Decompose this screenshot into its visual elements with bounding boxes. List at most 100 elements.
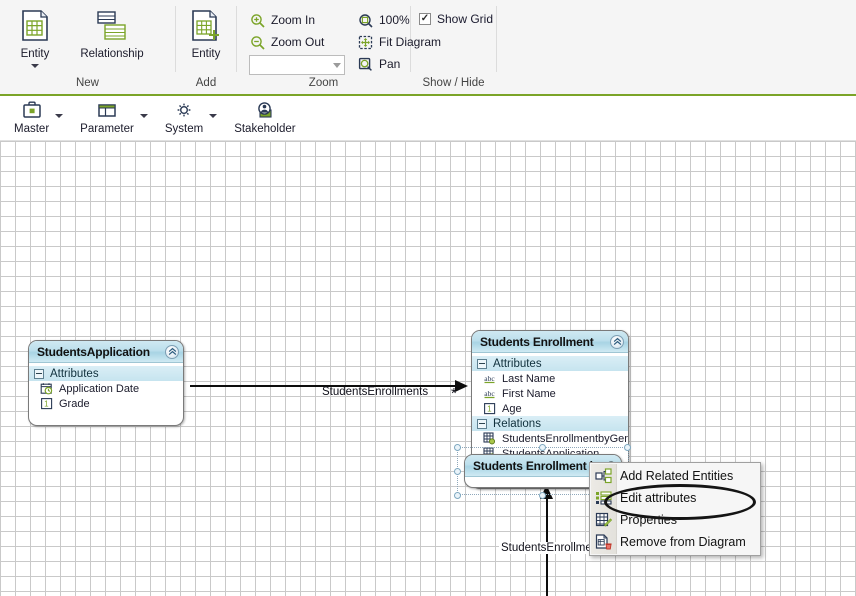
entity-section-label: Relations [493, 417, 541, 430]
connector-label-students-enrollment: StudentsEnrollment [499, 542, 604, 554]
entity-attribute-row[interactable]: abc First Name [472, 386, 628, 401]
chevron-double-up-icon[interactable] [165, 344, 179, 359]
entity-section-attributes[interactable]: Attributes [29, 366, 183, 381]
selection-handle[interactable] [539, 492, 546, 499]
zoom-in-label: Zoom In [271, 13, 316, 27]
zoom-out-icon [250, 35, 265, 50]
properties-icon [595, 512, 612, 528]
check-icon: ✓ [420, 13, 430, 24]
ribbon: Entity Relationship New Entity Add Zoom … [0, 0, 856, 95]
add-entity-button[interactable]: Entity [176, 4, 236, 60]
system-label: System [164, 123, 204, 135]
selection-handle[interactable] [454, 444, 461, 451]
selection-handle[interactable] [454, 492, 461, 499]
ribbon-group-show-hide: ✓ Show Grid Show / Hide [411, 0, 496, 94]
minus-icon[interactable] [34, 368, 44, 379]
diagram-canvas[interactable]: StudentsEnrollments * StudentsEnrollment… [0, 141, 856, 596]
pan-label: Pan [379, 57, 401, 71]
menu-item-remove-from-diagram[interactable]: Remove from Diagram [590, 531, 760, 553]
entity-attribute-row[interactable]: 1 Age [472, 401, 628, 416]
svg-text:abc: abc [484, 389, 495, 398]
menu-item-label: Add Related Entities [620, 469, 734, 483]
menu-item-label: Edit attributes [620, 491, 697, 505]
text-attribute-icon: abc [483, 387, 496, 400]
zoom-in-button[interactable]: Zoom In [245, 9, 345, 31]
entity-header[interactable]: StudentsApplication [29, 341, 183, 363]
relation-table-icon [483, 432, 496, 445]
chevron-down-icon[interactable] [31, 64, 39, 68]
entity-title: StudentsApplication [37, 344, 150, 359]
entity-attribute-label: Age [502, 402, 522, 415]
selection-handle[interactable] [454, 468, 461, 475]
entity-table-page-icon [20, 9, 50, 43]
master-briefcase-icon [21, 100, 43, 120]
remove-from-diagram-icon [595, 534, 612, 550]
entity-title: Students Enrollment [480, 334, 594, 349]
parameter-window-icon [96, 100, 118, 120]
zoom-left-column: Zoom In Zoom Out [245, 4, 345, 75]
context-menu[interactable]: Add Related Entities Edit attributes Pro… [589, 462, 761, 556]
number-attribute-icon: 1 [483, 402, 496, 415]
entity-body: Attributes Application Date 1 Grade [29, 363, 183, 417]
system-button[interactable]: System [161, 98, 218, 137]
entity-attribute-row[interactable]: 1 Grade [29, 396, 183, 411]
zoom-100-icon [358, 13, 373, 28]
entity-students-application[interactable]: StudentsApplication Attributes Applicati… [28, 340, 184, 426]
show-grid-checkbox-row[interactable]: ✓ Show Grid [411, 4, 496, 26]
show-grid-label: Show Grid [437, 12, 494, 26]
chevron-double-up-icon[interactable] [610, 334, 624, 349]
entity-section-attributes[interactable]: Attributes [472, 356, 628, 371]
stakeholder-label: Stakeholder [234, 123, 296, 135]
entity-header[interactable]: Students Enrollment [472, 331, 628, 353]
zoom-100-label: 100% [379, 13, 410, 27]
fit-diagram-icon [358, 35, 373, 50]
system-gear-icon [173, 100, 195, 120]
menu-item-properties[interactable]: Properties [590, 509, 760, 531]
entity-attribute-label: Last Name [502, 372, 556, 385]
entity-section-label: Attributes [50, 367, 99, 380]
ribbon-group-zoom: Zoom In Zoom Out 100% Fit Diagram Pan Zo… [237, 0, 441, 94]
text-attribute-icon: abc [483, 372, 496, 385]
add-entity-icon [190, 9, 222, 43]
new-relationship-button[interactable]: Relationship [64, 4, 160, 60]
new-relationship-label: Relationship [80, 48, 144, 60]
svg-text:1: 1 [44, 400, 49, 409]
entity-section-label: Attributes [493, 357, 542, 370]
selection-handle[interactable] [539, 444, 546, 451]
chevron-down-icon [333, 62, 341, 68]
entity-relation-row[interactable]: StudentsEnrollmentbyGend [472, 431, 628, 446]
entity-attribute-label: First Name [502, 387, 556, 400]
zoom-in-icon [250, 13, 265, 28]
chevron-down-icon[interactable] [139, 114, 148, 118]
zoom-level-combobox[interactable] [249, 55, 345, 75]
selection-handle[interactable] [624, 444, 631, 451]
entity-section-relations[interactable]: Relations [472, 416, 628, 431]
zoom-out-button[interactable]: Zoom Out [245, 31, 345, 53]
entity-attribute-row[interactable]: abc Last Name [472, 371, 628, 386]
connector-label-students-enrollments: StudentsEnrollments [322, 386, 429, 398]
ribbon-group-add: Entity Add [176, 0, 236, 94]
show-grid-checkbox[interactable]: ✓ [419, 13, 431, 25]
master-button[interactable]: Master [10, 98, 64, 137]
svg-text:abc: abc [484, 374, 495, 383]
entity-attribute-label: Application Date [59, 382, 140, 395]
chevron-down-icon[interactable] [55, 114, 64, 118]
menu-item-label: Properties [620, 513, 677, 527]
menu-item-edit-attributes[interactable]: Edit attributes [590, 487, 760, 509]
stakeholder-button[interactable]: Stakeholder [230, 98, 299, 137]
entity-attribute-row[interactable]: Application Date [29, 381, 183, 396]
svg-text:1: 1 [487, 405, 492, 414]
ribbon-divider [496, 6, 497, 72]
stakeholder-person-icon [254, 100, 276, 120]
chevron-down-icon[interactable] [209, 114, 218, 118]
parameter-label: Parameter [80, 123, 134, 135]
menu-item-add-related-entities[interactable]: Add Related Entities [590, 465, 760, 487]
minus-icon[interactable] [477, 358, 487, 369]
pan-icon [358, 57, 373, 72]
ribbon-group-new: Entity Relationship New [0, 0, 175, 94]
minus-icon[interactable] [477, 418, 487, 429]
new-entity-button[interactable]: Entity [6, 4, 64, 68]
ribbon-group-add-title: Add [195, 77, 217, 89]
connector-arrowhead-right [455, 380, 468, 392]
parameter-button[interactable]: Parameter [76, 98, 149, 137]
